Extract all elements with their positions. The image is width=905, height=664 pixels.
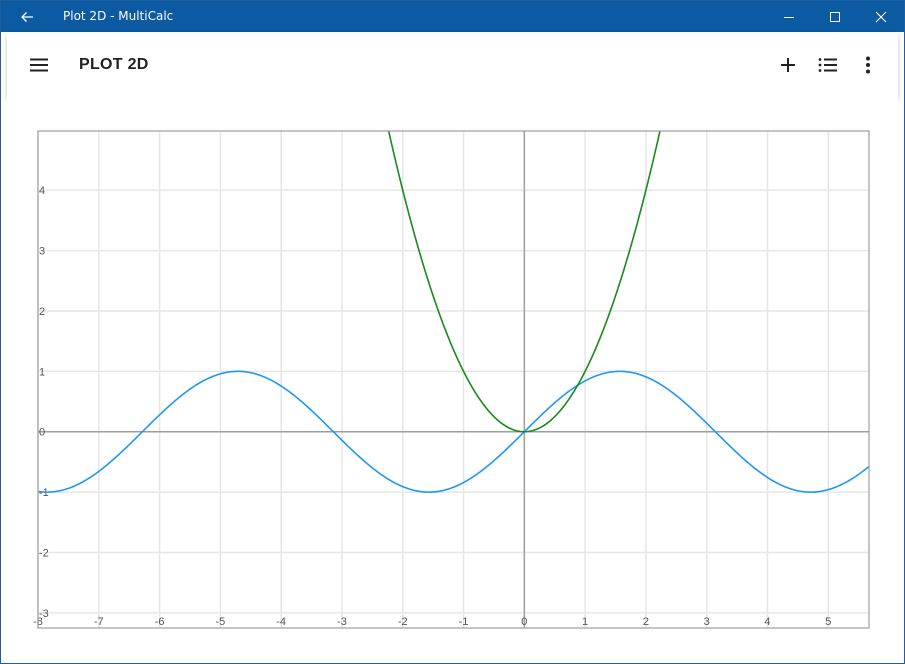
y-tick-label: -3	[39, 608, 49, 620]
add-function-button[interactable]	[772, 49, 804, 81]
x-tick-label: 1	[582, 616, 588, 628]
maximize-icon	[830, 11, 840, 22]
back-button[interactable]	[13, 1, 41, 32]
hamburger-menu-icon	[30, 58, 48, 72]
y-tick-label: 3	[39, 246, 45, 258]
plus-icon	[781, 58, 795, 72]
x-tick-label: -3	[337, 616, 347, 628]
minimize-icon	[784, 16, 794, 18]
y-tick-label: 1	[39, 366, 45, 378]
x-tick-label: -5	[215, 616, 225, 628]
plot-background	[38, 131, 869, 628]
y-tick-label: 0	[39, 427, 45, 439]
y-tick-label: 4	[39, 185, 45, 197]
x-tick-label: -4	[276, 616, 286, 628]
x-tick-label: -2	[398, 616, 408, 628]
title-bar: Plot 2D - MultiCalc	[1, 1, 904, 32]
close-button[interactable]	[858, 1, 904, 32]
x-tick-label: -6	[155, 616, 165, 628]
x-tick-label: -1	[459, 616, 469, 628]
x-tick-label: 2	[643, 616, 649, 628]
x-tick-label: 3	[704, 616, 710, 628]
function-plot[interactable]: -8 -7 -6 -5 -4 -3 -2 -1 0 1 2 3 4 5-3-2-101234	[7, 97, 898, 658]
function-list-button[interactable]	[812, 49, 844, 81]
close-icon	[875, 11, 887, 22]
window-title: Plot 2D - MultiCalc	[63, 9, 174, 23]
more-options-button[interactable]	[852, 49, 884, 81]
y-tick-label: 2	[39, 306, 45, 318]
minimize-button[interactable]	[766, 1, 812, 32]
arrow-left-icon	[21, 11, 33, 22]
page-title: PLOT 2D	[79, 56, 149, 73]
menu-button[interactable]	[23, 49, 55, 81]
plot-area: -8 -7 -6 -5 -4 -3 -2 -1 0 1 2 3 4 5 -3 -2 -1 0 1 2 3 4	[7, 97, 898, 658]
x-tick-label: -7	[94, 616, 104, 628]
x-tick-label: 4	[764, 616, 770, 628]
y-tick-label: -1	[39, 487, 49, 499]
maximize-button[interactable]	[812, 1, 858, 32]
app-bar: PLOT 2D	[7, 32, 898, 97]
x-tick-label: 0	[521, 616, 527, 628]
more-vertical-icon	[866, 56, 870, 74]
list-icon	[818, 58, 837, 72]
y-tick-label: -2	[39, 548, 49, 560]
app-window: Plot 2D - MultiCalc PLOT 2D -8 -7 -6 -5 …	[0, 0, 905, 664]
x-tick-label: 5	[825, 616, 831, 628]
